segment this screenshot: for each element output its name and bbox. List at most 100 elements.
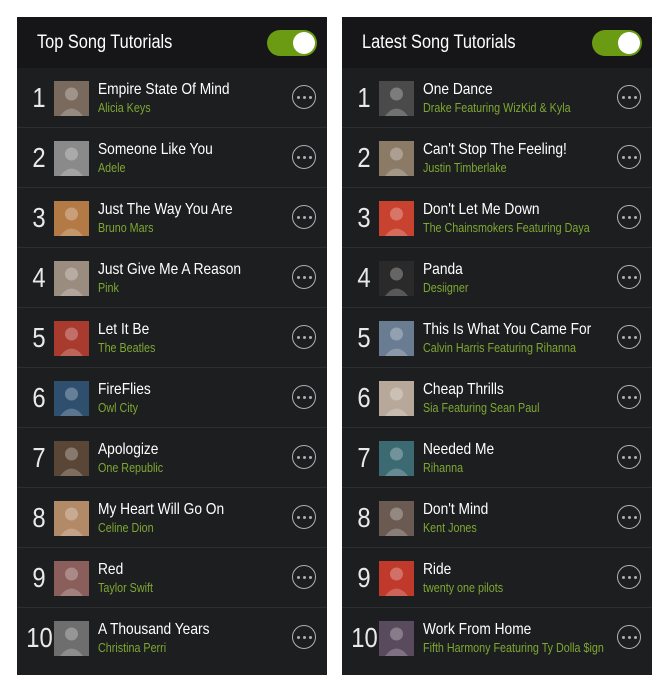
song-artist[interactable]: Pink <box>98 281 119 295</box>
song-artist[interactable]: Christina Perri <box>98 641 166 655</box>
album-art-thumbnail <box>54 141 89 176</box>
more-options-icon[interactable] <box>617 505 641 529</box>
song-title[interactable]: Just Give Me A Reason <box>98 261 241 279</box>
song-title[interactable]: Panda <box>423 261 463 279</box>
song-artist[interactable]: Owl City <box>98 401 138 415</box>
more-options-icon[interactable] <box>292 565 316 589</box>
song-row[interactable]: 10 A Thousand Years Christina Perri <box>17 608 327 668</box>
song-title[interactable]: Work From Home <box>423 621 531 639</box>
song-row[interactable]: 1 One Dance Drake Featuring WizKid & Kyla <box>342 68 652 128</box>
more-options-icon[interactable] <box>292 85 316 109</box>
song-row[interactable]: 3 Just The Way You Are Bruno Mars <box>17 188 327 248</box>
song-artist[interactable]: Desiigner <box>423 281 468 295</box>
more-options-icon[interactable] <box>617 625 641 649</box>
more-options-icon[interactable] <box>617 85 641 109</box>
song-artist[interactable]: twenty one pilots <box>423 581 503 595</box>
song-title[interactable]: Can't Stop The Feeling! <box>423 141 567 159</box>
more-options-icon[interactable] <box>617 265 641 289</box>
more-options-icon[interactable] <box>617 145 641 169</box>
more-options-icon[interactable] <box>292 385 316 409</box>
more-options-icon[interactable] <box>617 445 641 469</box>
song-title[interactable]: A Thousand Years <box>98 621 209 639</box>
song-row[interactable]: 10 Work From Home Fifth Harmony Featuring … <box>342 608 652 668</box>
song-row[interactable]: 5 This Is What You Came For Calvin Harris … <box>342 308 652 368</box>
song-row[interactable]: 8 Don't Mind Kent Jones <box>342 488 652 548</box>
song-title[interactable]: Needed Me <box>423 441 494 459</box>
song-row[interactable]: 2 Can't Stop The Feeling! Justin Timberlak… <box>342 128 652 188</box>
song-title[interactable]: Apologize <box>98 441 158 459</box>
more-options-icon[interactable] <box>292 145 316 169</box>
song-artist[interactable]: The Chainsmokers Featuring Daya <box>423 221 590 235</box>
song-title[interactable]: This Is What You Came For <box>423 321 591 339</box>
song-row[interactable]: 9 Red Taylor Swift <box>17 548 327 608</box>
album-art-thumbnail <box>379 441 414 476</box>
song-row[interactable]: 6 Cheap Thrills Sia Featuring Sean Paul <box>342 368 652 428</box>
song-row[interactable]: 4 Just Give Me A Reason Pink <box>17 248 327 308</box>
song-row[interactable]: 5 Let It Be The Beatles <box>17 308 327 368</box>
song-title[interactable]: Someone Like You <box>98 141 213 159</box>
album-art-thumbnail <box>54 621 89 656</box>
song-artist[interactable]: Alicia Keys <box>98 101 151 115</box>
album-art-thumbnail <box>379 501 414 536</box>
more-options-icon[interactable] <box>617 385 641 409</box>
song-title[interactable]: Don't Let Me Down <box>423 201 540 219</box>
song-artist[interactable]: The Beatles <box>98 341 155 355</box>
song-artist[interactable]: Justin Timberlake <box>423 161 507 175</box>
album-art-thumbnail <box>54 561 89 596</box>
song-row[interactable]: 4 Panda Desiigner <box>342 248 652 308</box>
song-title[interactable]: Let It Be <box>98 321 149 339</box>
song-artist[interactable]: Taylor Swift <box>98 581 153 595</box>
song-rank: 1 <box>357 82 371 113</box>
song-row[interactable]: 7 Needed Me Rihanna <box>342 428 652 488</box>
album-art-thumbnail <box>379 81 414 116</box>
song-title[interactable]: Cheap Thrills <box>423 381 504 399</box>
song-row[interactable]: 2 Someone Like You Adele <box>17 128 327 188</box>
song-artist[interactable]: One Republic <box>98 461 163 475</box>
song-artist[interactable]: Calvin Harris Featuring Rihanna <box>423 341 576 355</box>
album-art-thumbnail <box>54 381 89 416</box>
more-options-icon[interactable] <box>617 325 641 349</box>
more-options-icon[interactable] <box>292 205 316 229</box>
song-artist[interactable]: Rihanna <box>423 461 463 475</box>
song-artist[interactable]: Celine Dion <box>98 521 154 535</box>
more-options-icon[interactable] <box>292 625 316 649</box>
song-list: 1 One Dance Drake Featuring WizKid & Kyla 2… <box>342 68 652 668</box>
more-options-icon[interactable] <box>292 265 316 289</box>
song-row[interactable]: 3 Don't Let Me Down The Chainsmokers Featu… <box>342 188 652 248</box>
album-art-thumbnail <box>379 621 414 656</box>
song-title[interactable]: One Dance <box>423 81 493 99</box>
song-artist[interactable]: Bruno Mars <box>98 221 154 235</box>
panel-toggle[interactable] <box>267 29 317 56</box>
song-row[interactable]: 9 Ride twenty one pilots <box>342 548 652 608</box>
panel-toggle[interactable] <box>592 29 642 56</box>
toggle-knob <box>618 31 640 54</box>
song-row[interactable]: 8 My Heart Will Go On Celine Dion <box>17 488 327 548</box>
song-title[interactable]: My Heart Will Go On <box>98 501 224 519</box>
song-rank: 10 <box>351 622 378 653</box>
song-title[interactable]: Ride <box>423 561 451 579</box>
song-title[interactable]: FireFlies <box>98 381 151 399</box>
song-title[interactable]: Red <box>98 561 123 579</box>
song-artist[interactable]: Sia Featuring Sean Paul <box>423 401 540 415</box>
album-art-thumbnail <box>54 321 89 356</box>
song-rank: 6 <box>32 382 46 413</box>
song-row[interactable]: 6 FireFlies Owl City <box>17 368 327 428</box>
song-artist[interactable]: Drake Featuring WizKid & Kyla <box>423 101 571 115</box>
song-title[interactable]: Just The Way You Are <box>98 201 233 219</box>
song-title[interactable]: Empire State Of Mind <box>98 81 230 99</box>
more-options-icon[interactable] <box>292 445 316 469</box>
song-row[interactable]: 7 Apologize One Republic <box>17 428 327 488</box>
song-row[interactable]: 1 Empire State Of Mind Alicia Keys <box>17 68 327 128</box>
more-options-icon[interactable] <box>617 205 641 229</box>
more-options-icon[interactable] <box>292 325 316 349</box>
album-art-thumbnail <box>379 201 414 236</box>
song-rank: 7 <box>357 442 371 473</box>
song-artist[interactable]: Fifth Harmony Featuring Ty Dolla $ign <box>423 641 604 655</box>
latest-song-tutorials-panel: Latest Song Tutorials 1 One Dance Drake Fe… <box>342 17 652 675</box>
more-options-icon[interactable] <box>292 505 316 529</box>
song-artist[interactable]: Kent Jones <box>423 521 477 535</box>
song-rank: 5 <box>357 322 371 353</box>
song-artist[interactable]: Adele <box>98 161 126 175</box>
more-options-icon[interactable] <box>617 565 641 589</box>
song-title[interactable]: Don't Mind <box>423 501 488 519</box>
